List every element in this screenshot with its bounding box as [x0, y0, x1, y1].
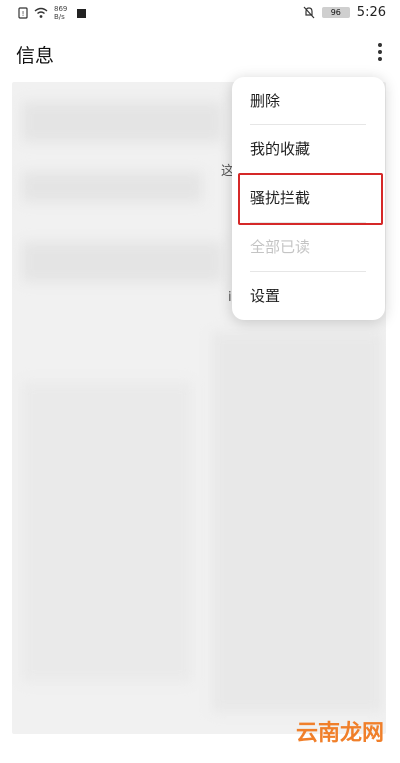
menu-divider: [250, 271, 366, 272]
mute-bell-icon: [303, 6, 315, 19]
watermark: 云南龙网: [295, 721, 384, 746]
clock: 5:26: [356, 5, 386, 20]
menu-item-favorites[interactable]: 我的收藏: [250, 129, 365, 169]
menu-item-settings[interactable]: 设置: [250, 276, 365, 316]
wifi-icon: [34, 7, 48, 18]
app-bar: 信息: [0, 30, 400, 78]
battery-icon: 96: [321, 7, 350, 18]
menu-divider: [250, 124, 366, 125]
menu-item-delete[interactable]: 删除: [250, 81, 365, 121]
stop-icon: [77, 8, 87, 18]
page-title: 信息: [16, 45, 55, 67]
highlight-box: [238, 173, 383, 225]
more-options-icon[interactable]: [372, 40, 388, 68]
status-bar: ! 869 B/s 96 5:26: [0, 0, 400, 28]
sim-icon: !: [18, 7, 28, 19]
status-bar-right: 96 5:26: [303, 5, 386, 20]
status-bar-left: ! 869 B/s: [18, 5, 87, 21]
svg-text:!: !: [22, 10, 25, 18]
net-speed: 869 B/s: [54, 5, 68, 21]
menu-item-mark-all-read: 全部已读: [250, 238, 311, 256]
